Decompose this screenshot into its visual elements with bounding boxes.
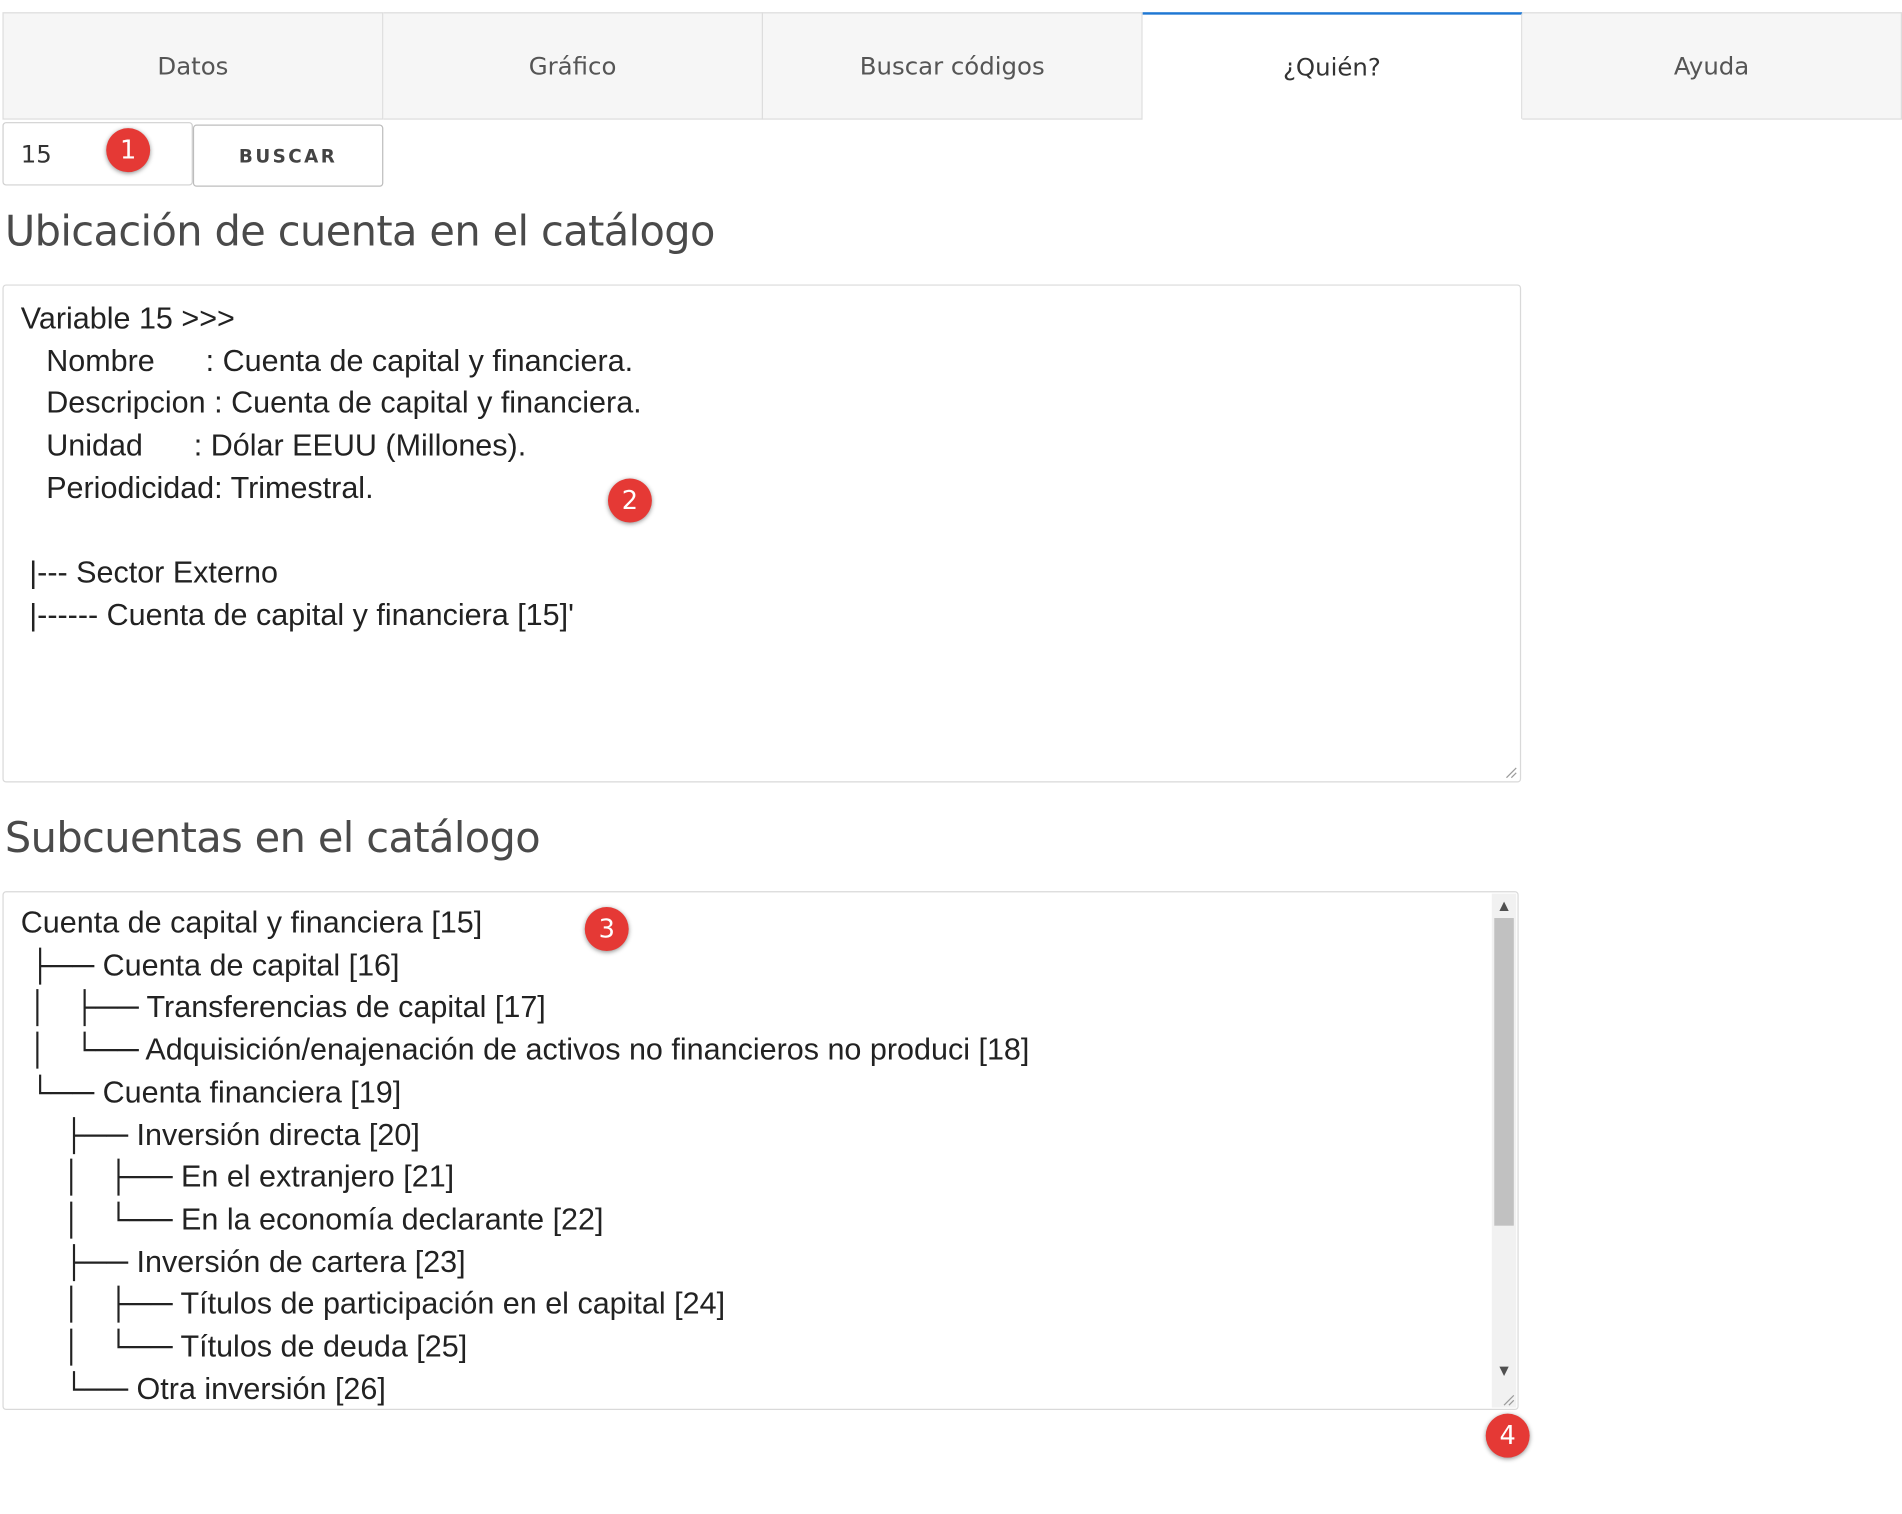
tab-bar: Datos Gráfico Buscar códigos ¿Quién? Ayu… [2,12,1902,122]
tab-buscar-codigos[interactable]: Buscar códigos [763,12,1143,120]
tab-grafico[interactable]: Gráfico [383,12,763,120]
page: Datos Gráfico Buscar códigos ¿Quién? Ayu… [0,0,1902,1514]
tab-datos[interactable]: Datos [2,12,384,120]
tab-ayuda[interactable]: Ayuda [1522,12,1902,120]
callout-marker-1: 1 [106,128,151,173]
buscar-button[interactable]: BUSCAR [192,124,384,187]
resize-grip-icon[interactable] [1503,1394,1515,1406]
location-text: Variable 15 >>> Nombre : Cuenta de capit… [20,301,642,633]
tab-quien[interactable]: ¿Quién? [1142,12,1523,120]
scrollbar-thumb[interactable] [1494,918,1514,1226]
subaccounts-textarea[interactable]: Cuenta de capital y financiera [15] ├── … [2,891,1519,1411]
callout-marker-3: 3 [584,907,629,952]
location-textarea[interactable]: Variable 15 >>> Nombre : Cuenta de capit… [2,284,1522,783]
resize-grip-icon[interactable] [1505,767,1517,779]
subaccounts-tree-text: Cuenta de capital y financiera [15] ├── … [20,905,1030,1407]
callout-marker-2: 2 [607,478,652,523]
vertical-scrollbar[interactable]: ▲ ▼ [1491,893,1517,1408]
scroll-down-arrow-icon[interactable]: ▼ [1492,1359,1516,1383]
subaccounts-heading: Subcuentas en el catálogo [4,814,541,864]
location-heading: Ubicación de cuenta en el catálogo [4,207,716,257]
scroll-up-arrow-icon[interactable]: ▲ [1492,894,1516,918]
callout-marker-4: 4 [1485,1413,1530,1458]
variable-code-input[interactable] [2,122,193,186]
